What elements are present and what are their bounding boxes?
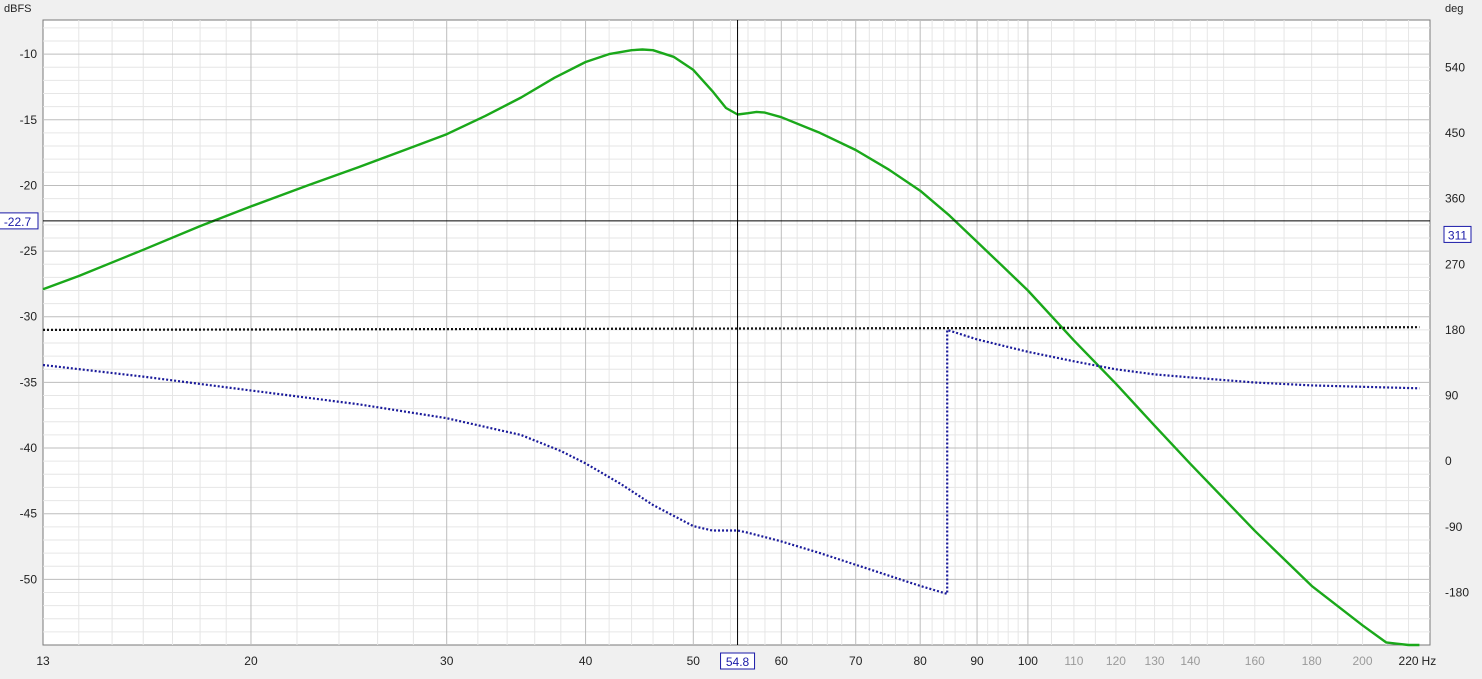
x-tick-label-minor: 160 xyxy=(1245,654,1265,668)
y-right-tick-label: 180 xyxy=(1445,323,1465,337)
x-tick-label-minor: 120 xyxy=(1106,654,1126,668)
x-tick-label-last: 220 xyxy=(1399,654,1419,668)
x-tick-label: 13 xyxy=(36,654,50,668)
cursor-y-left-readout[interactable]: -22.7 xyxy=(4,215,32,229)
y-right-tick-label: 450 xyxy=(1445,126,1465,140)
cursor-x-readout[interactable]: 54.8 xyxy=(726,655,750,669)
y-right-tick-label: 360 xyxy=(1445,192,1465,206)
x-tick-label: 60 xyxy=(775,654,789,668)
y-left-tick-label: -35 xyxy=(20,375,38,389)
x-tick-label-minor: 180 xyxy=(1302,654,1322,668)
y-left-tick-label: -40 xyxy=(20,441,38,455)
y-left-tick-label: -50 xyxy=(20,572,38,586)
y-left-unit-label: dBFS xyxy=(4,3,32,15)
x-tick-label-minor: 110 xyxy=(1064,654,1083,668)
y-right-tick-label: 90 xyxy=(1445,389,1459,403)
cursor-y-right-readout[interactable]: 311 xyxy=(1448,228,1467,242)
y-left-tick-label: -20 xyxy=(20,178,38,192)
y-left-tick-label: -25 xyxy=(20,244,38,258)
x-tick-label: 80 xyxy=(914,654,928,668)
x-tick-label: 30 xyxy=(440,654,454,668)
x-tick-label: 70 xyxy=(849,654,863,668)
y-right-tick-label: 0 xyxy=(1445,454,1452,468)
y-right-tick-label: 270 xyxy=(1445,257,1465,271)
x-tick-label-minor: 200 xyxy=(1353,654,1373,668)
y-left-tick-label: -10 xyxy=(20,47,38,61)
y-right-tick-label: -180 xyxy=(1445,585,1469,599)
y-left-tick-label: -45 xyxy=(20,507,38,521)
x-tick-label: 50 xyxy=(687,654,701,668)
y-left-tick-label: -15 xyxy=(20,113,38,127)
x-tick-label: 90 xyxy=(970,654,984,668)
frequency-response-chart: 54.8 -22.7 311 -10 -15 -20 -25 -30 -35 -40 -45 -50… xyxy=(0,0,1482,679)
x-tick-label: 40 xyxy=(579,654,593,668)
y-left-tick-label: -30 xyxy=(20,310,38,324)
y-right-tick-label: 540 xyxy=(1445,60,1465,74)
y-right-tick-label: -90 xyxy=(1445,520,1463,534)
x-tick-label: 20 xyxy=(244,654,258,668)
x-tick-label: 100 xyxy=(1018,654,1038,668)
x-tick-label-minor: 140 xyxy=(1180,654,1200,668)
x-tick-label-minor: 130 xyxy=(1145,654,1165,668)
x-unit-label: Hz xyxy=(1422,654,1437,668)
y-right-unit-label: deg xyxy=(1445,3,1463,15)
